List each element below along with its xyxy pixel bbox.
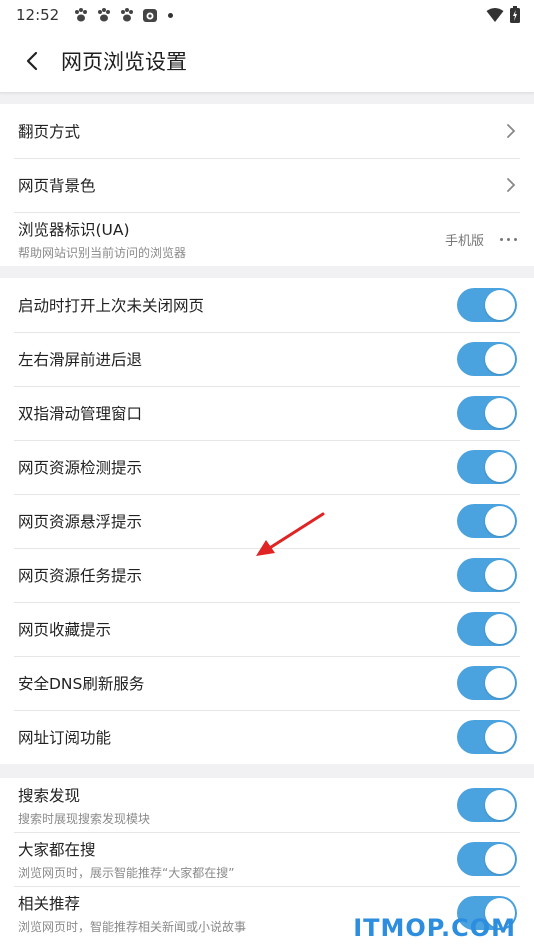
status-time: 12:52 <box>16 6 60 24</box>
row-label: 网址订阅功能 <box>18 729 112 747</box>
chevron-right-icon <box>507 124 516 138</box>
page-turn-mode-row[interactable]: 翻页方式 <box>0 104 534 158</box>
user-agent-row[interactable]: 浏览器标识(UA) 帮助网站识别当前访问的浏览器 手机版 <box>0 212 534 266</box>
trending-search-toggle[interactable] <box>457 842 517 876</box>
status-bar: 12:52 <box>0 0 534 30</box>
url-subscription-row: 网址订阅功能 <box>0 710 534 764</box>
resource-detection-toggle[interactable] <box>457 450 517 484</box>
secure-dns-toggle[interactable] <box>457 666 517 700</box>
row-label: 网页背景色 <box>18 177 96 195</box>
paw-notification-icon <box>98 8 111 22</box>
trending-search-row: 大家都在搜 浏览网页时，展示智能推荐“大家都在搜” <box>0 832 534 886</box>
row-label: 网页资源任务提示 <box>18 567 143 585</box>
page-background-color-row[interactable]: 网页背景色 <box>0 158 534 212</box>
app-bar: 网页浏览设置 <box>0 30 534 93</box>
resource-detection-row: 网页资源检测提示 <box>0 440 534 494</box>
search-discover-toggle[interactable] <box>457 788 517 822</box>
secure-dns-row: 安全DNS刷新服务 <box>0 656 534 710</box>
row-label: 大家都在搜 <box>18 840 96 859</box>
row-description: 搜索时展现搜索发现模块 <box>18 811 151 826</box>
two-finger-window-toggle[interactable] <box>457 396 517 430</box>
row-label: 相关推荐 <box>18 894 81 913</box>
bookmark-tip-toggle[interactable] <box>457 612 517 646</box>
paw-notification-icon <box>121 8 134 22</box>
resource-task-toggle[interactable] <box>457 558 517 592</box>
resource-task-row: 网页资源任务提示 <box>0 548 534 602</box>
row-description: 浏览网页时，智能推荐相关新闻或小说故事 <box>18 919 247 934</box>
paw-notification-icon <box>75 8 88 22</box>
wifi-icon <box>486 7 504 22</box>
row-label: 双指滑动管理窗口 <box>18 405 143 423</box>
row-description: 浏览网页时，展示智能推荐“大家都在搜” <box>18 865 235 880</box>
row-label: 浏览器标识(UA) <box>18 220 130 239</box>
back-arrow-icon <box>26 51 38 71</box>
page-title: 网页浏览设置 <box>61 50 187 74</box>
notification-icons <box>73 7 174 23</box>
chevron-right-icon <box>507 178 516 192</box>
resource-floating-toggle[interactable] <box>457 504 517 538</box>
restore-last-pages-toggle[interactable] <box>457 288 517 322</box>
row-description: 帮助网站识别当前访问的浏览器 <box>18 245 187 260</box>
row-label: 启动时打开上次未关闭网页 <box>18 297 205 315</box>
app-notification-icon <box>143 9 158 22</box>
row-label: 网页资源检测提示 <box>18 459 143 477</box>
swipe-navigation-toggle[interactable] <box>457 342 517 376</box>
browsing-toggles-section: 启动时打开上次未关闭网页 左右滑屏前进后退 双指滑动管理窗口 网页资源检测提示 … <box>0 278 534 764</box>
bookmark-tip-row: 网页收藏提示 <box>0 602 534 656</box>
row-label: 左右滑屏前进后退 <box>18 351 143 369</box>
row-label: 网页收藏提示 <box>18 621 112 639</box>
ua-value: 手机版 <box>444 233 484 249</box>
watermark-logo: ITMOP.COM <box>353 914 516 942</box>
two-finger-window-row: 双指滑动管理窗口 <box>0 386 534 440</box>
general-settings-section: 翻页方式 网页背景色 浏览器标识(UA) 帮助网站识别当前访问的浏览器 手机版 <box>0 104 534 266</box>
more-notifications-dot <box>168 12 174 18</box>
resource-floating-row: 网页资源悬浮提示 <box>0 494 534 548</box>
swipe-navigation-row: 左右滑屏前进后退 <box>0 332 534 386</box>
row-label: 搜索发现 <box>18 786 81 805</box>
system-status <box>486 6 520 23</box>
restore-last-pages-row: 启动时打开上次未关闭网页 <box>0 278 534 332</box>
more-options-icon[interactable] <box>500 237 517 241</box>
row-label: 安全DNS刷新服务 <box>18 675 145 693</box>
row-label: 翻页方式 <box>18 123 81 141</box>
battery-icon <box>510 6 520 23</box>
search-discover-row: 搜索发现 搜索时展现搜索发现模块 <box>0 778 534 832</box>
url-subscription-toggle[interactable] <box>457 720 517 754</box>
row-label: 网页资源悬浮提示 <box>18 513 143 531</box>
back-button[interactable] <box>17 46 47 76</box>
